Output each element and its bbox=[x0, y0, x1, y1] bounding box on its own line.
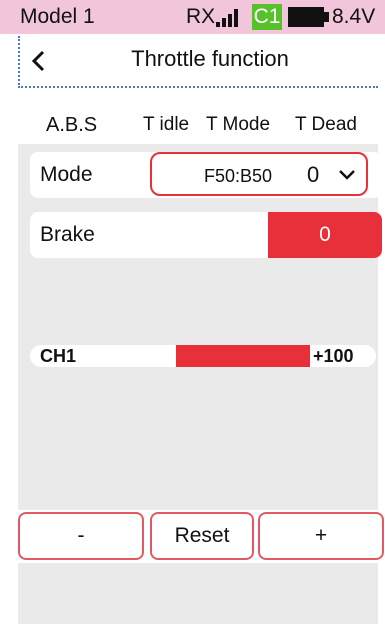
mode-number: 0 bbox=[307, 162, 320, 187]
reset-button[interactable]: Reset bbox=[150, 512, 254, 560]
status-bar: Model 1 RX C1 8.4V bbox=[0, 0, 385, 34]
decrease-button[interactable]: - bbox=[18, 512, 144, 560]
channel-monitor: CH1 +100 bbox=[30, 345, 376, 367]
brake-label: Brake bbox=[40, 223, 95, 246]
tab-abs[interactable]: A.B.S bbox=[46, 112, 97, 138]
tab-bar: A.B.S T idle T Mode T Dead bbox=[0, 108, 385, 148]
chevron-left-icon[interactable] bbox=[28, 48, 50, 74]
battery-voltage: 8.4V bbox=[332, 5, 376, 28]
bottom-toolbar: - Reset + bbox=[0, 510, 385, 563]
channel-output-bar bbox=[176, 345, 310, 367]
mode-dropdown[interactable]: F50:B50 0 bbox=[150, 152, 368, 196]
mode-label: Mode bbox=[40, 163, 93, 186]
increase-button[interactable]: + bbox=[258, 512, 384, 560]
tab-t-mode[interactable]: T Mode bbox=[206, 112, 270, 138]
tab-t-idle[interactable]: T idle bbox=[143, 112, 189, 138]
brake-value-field[interactable]: 0 bbox=[268, 212, 382, 258]
channel-value: +100 bbox=[313, 346, 354, 366]
mode-row: Mode F50:B50 0 bbox=[30, 152, 382, 198]
rx-label: RX bbox=[186, 5, 216, 28]
channel-label: CH1 bbox=[40, 346, 77, 366]
channel-badge: C1 bbox=[252, 4, 282, 30]
signal-bars-icon bbox=[216, 9, 242, 27]
mode-value: F50:B50 bbox=[204, 166, 273, 186]
page-title: Throttle function bbox=[131, 46, 289, 71]
chevron-down-icon bbox=[339, 170, 355, 180]
model-name: Model 1 bbox=[20, 5, 95, 28]
brake-row: Brake 0 bbox=[30, 212, 382, 258]
tab-t-dead[interactable]: T Dead bbox=[295, 112, 357, 138]
battery-icon bbox=[288, 7, 330, 27]
title-bar: Throttle function bbox=[18, 36, 378, 88]
